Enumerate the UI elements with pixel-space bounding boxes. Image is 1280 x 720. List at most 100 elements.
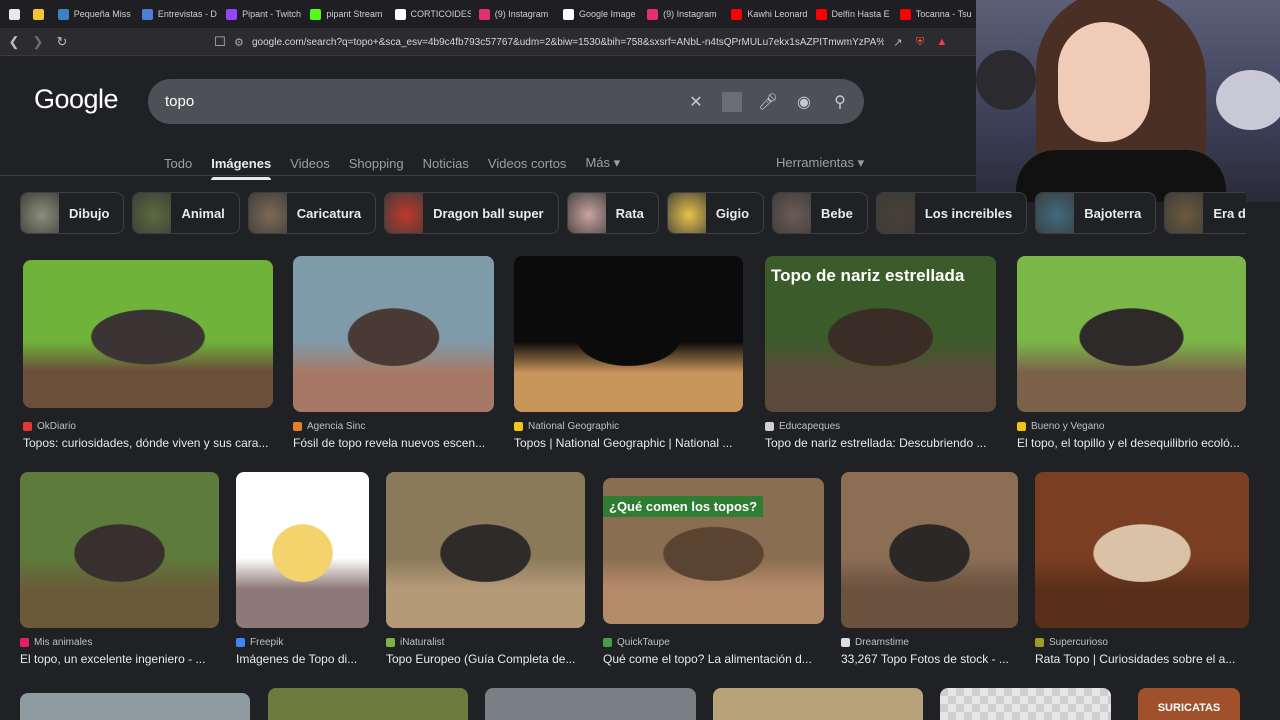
result-thumbnail[interactable] [236,472,369,628]
search-tab[interactable]: Shopping [349,149,404,177]
tab-label: Delfín Hasta E [831,9,890,19]
result-source[interactable]: Freepik [236,637,283,648]
search-tab[interactable]: Más ▾ [585,149,620,177]
browser-tab[interactable]: (9) Instagram [473,3,555,25]
share-icon[interactable]: ↗ [890,34,906,50]
webcam-overlay [976,0,1280,202]
image-result[interactable]: Agencia Sinc Fósil de topo revela nuevos … [293,256,494,468]
browser-tab-bar: Pequeña Miss Entrevistas - D Pipant - Twit… [0,0,976,28]
related-search-chip[interactable]: Bebe [772,192,868,234]
result-thumbnail[interactable] [485,688,696,720]
browser-tab[interactable]: CORTICOIDES [389,3,471,25]
result-source[interactable]: Mis animales [20,637,92,648]
source-name: Freepik [250,637,284,648]
browser-tab[interactable]: Kawhi Leonard [725,3,807,25]
pinned-tab[interactable] [28,3,50,25]
result-title[interactable]: Topos: curiosidades, dónde viven y sus c… [23,436,283,450]
divider [722,91,742,112]
image-result[interactable]: OkDiario Topos: curiosidades, dónde viven… [23,260,273,464]
chip-thumbnail [385,193,424,233]
clear-icon[interactable]: ✕ [686,92,706,112]
result-thumbnail[interactable] [20,472,219,628]
result-title[interactable]: Topo Europeo (Guía Completa de... [386,652,595,666]
result-title[interactable]: Topo de nariz estrellada: Descubriendo .… [765,436,1006,450]
result-title[interactable]: Imágenes de Topo di... [236,652,379,666]
result-source[interactable]: Dreamstime [841,637,909,648]
result-title[interactable]: Topos | National Geographic | National .… [514,436,753,450]
related-search-chip[interactable]: Era de hielo [1164,192,1246,234]
related-search-chip[interactable]: Gigio [666,192,765,234]
result-title[interactable]: El topo, un excelente ingeniero - ... [20,652,229,666]
image-result[interactable]: Topo de nariz estrellada Educapeques Topo … [765,256,996,468]
result-thumbnail[interactable] [713,688,923,720]
result-source[interactable]: QuickTaupe [603,637,670,648]
result-source[interactable]: Agencia Sinc [293,421,365,432]
browser-tab[interactable]: Pequeña Miss [52,3,134,25]
site-settings-icon[interactable]: ⚙ [234,36,252,49]
result-source[interactable]: National Geographic [514,421,619,432]
result-thumbnail[interactable] [293,256,494,412]
browser-tab[interactable]: pipant Stream [304,3,386,25]
url-field[interactable]: ⚙ google.com/search?q=topo+&sca_esv=4b9c… [234,31,950,53]
search-tab[interactable]: Videos [290,149,330,177]
lens-icon[interactable]: ◉ [794,92,814,112]
microphone-icon[interactable]: 🎤︎ [758,92,778,112]
result-thumbnail[interactable] [268,688,468,720]
search-tab[interactable]: Noticias [423,149,469,177]
browser-tab[interactable]: Entrevistas - D [136,3,218,25]
brave-shield-icon[interactable]: ⛨ [912,34,928,50]
result-source[interactable]: iNaturalist [386,637,444,648]
related-search-chip[interactable]: Rata [566,192,659,234]
google-logo[interactable]: Google [34,84,119,115]
result-thumbnail[interactable]: ¿Qué comen los topos? [603,478,824,624]
result-thumbnail[interactable] [23,260,273,408]
result-title[interactable]: Fósil de topo revela nuevos escen... [293,436,504,450]
result-thumbnail[interactable] [20,693,250,720]
tab-label: Entrevistas - D [157,9,217,19]
browser-tab[interactable]: Pipant - Twitch [220,3,302,25]
chip-thumbnail [248,193,287,233]
plush-toy [976,50,1036,110]
image-result[interactable]: National Geographic Topos | National Geog… [514,256,743,468]
image-result[interactable]: Freepik Imágenes de Topo di... [236,472,369,684]
related-search-chip[interactable]: Dibujo [20,192,125,234]
related-search-chip[interactable]: Caricatura [247,192,377,234]
browser-tab[interactable]: Tocanna - Tsu [894,3,976,25]
search-tab[interactable]: Videos cortos [488,149,567,177]
rewards-icon[interactable]: ▲ [934,34,950,50]
tab-label: (9) Instagram [663,9,717,19]
related-search-chip[interactable]: Dragon ball super [384,192,559,234]
search-tab[interactable]: Todo [164,149,192,177]
search-input[interactable] [165,93,705,110]
pinned-tab[interactable] [4,3,26,25]
image-result[interactable]: iNaturalist Topo Europeo (Guía Completa d… [386,472,585,684]
result-source[interactable]: OkDiario [23,421,76,432]
bookmark-icon[interactable]: ☐ [210,32,230,52]
reload-icon[interactable]: ↻ [52,32,72,52]
tools-button[interactable]: Herramientas ▾ [776,149,864,177]
browser-tab[interactable]: Delfín Hasta E [810,3,892,25]
search-icon[interactable]: ⚲ [830,92,850,112]
result-title[interactable]: Qué come el topo? La alimentación d... [603,652,834,666]
source-favicon-icon [236,638,245,647]
related-search-chip[interactable]: Los increibles [875,192,1028,234]
related-search-chip[interactable]: Animal [132,192,240,234]
source-name: Mis animales [34,637,93,648]
result-thumbnail[interactable]: Topo de nariz estrellada [765,256,996,412]
search-box[interactable]: ✕ 🎤︎ ◉ ⚲ [148,79,864,124]
source-favicon-icon [765,422,774,431]
back-icon[interactable]: ❮ [4,32,24,52]
forward-icon[interactable]: ❯ [28,32,48,52]
result-thumbnail[interactable] [514,256,743,412]
image-result[interactable]: Mis animales El topo, un excelente ingeni… [20,472,219,684]
chip-label: Bebe [821,205,853,221]
browser-tab[interactable]: (9) Instagram [641,3,723,25]
image-result[interactable]: ¿Qué comen los topos? QuickTaupe Qué come … [603,478,824,680]
browser-tab[interactable]: Google Image [557,3,639,25]
result-thumbnail[interactable] [386,472,585,628]
url-text: google.com/search?q=topo+&sca_esv=4b9c4f… [252,36,884,48]
tab-label: CORTICOIDES [410,9,471,19]
result-source[interactable]: Educapeques [765,421,840,432]
related-search-chip[interactable]: Bajoterra [1035,192,1157,234]
search-tab[interactable]: Imágenes [211,149,271,180]
